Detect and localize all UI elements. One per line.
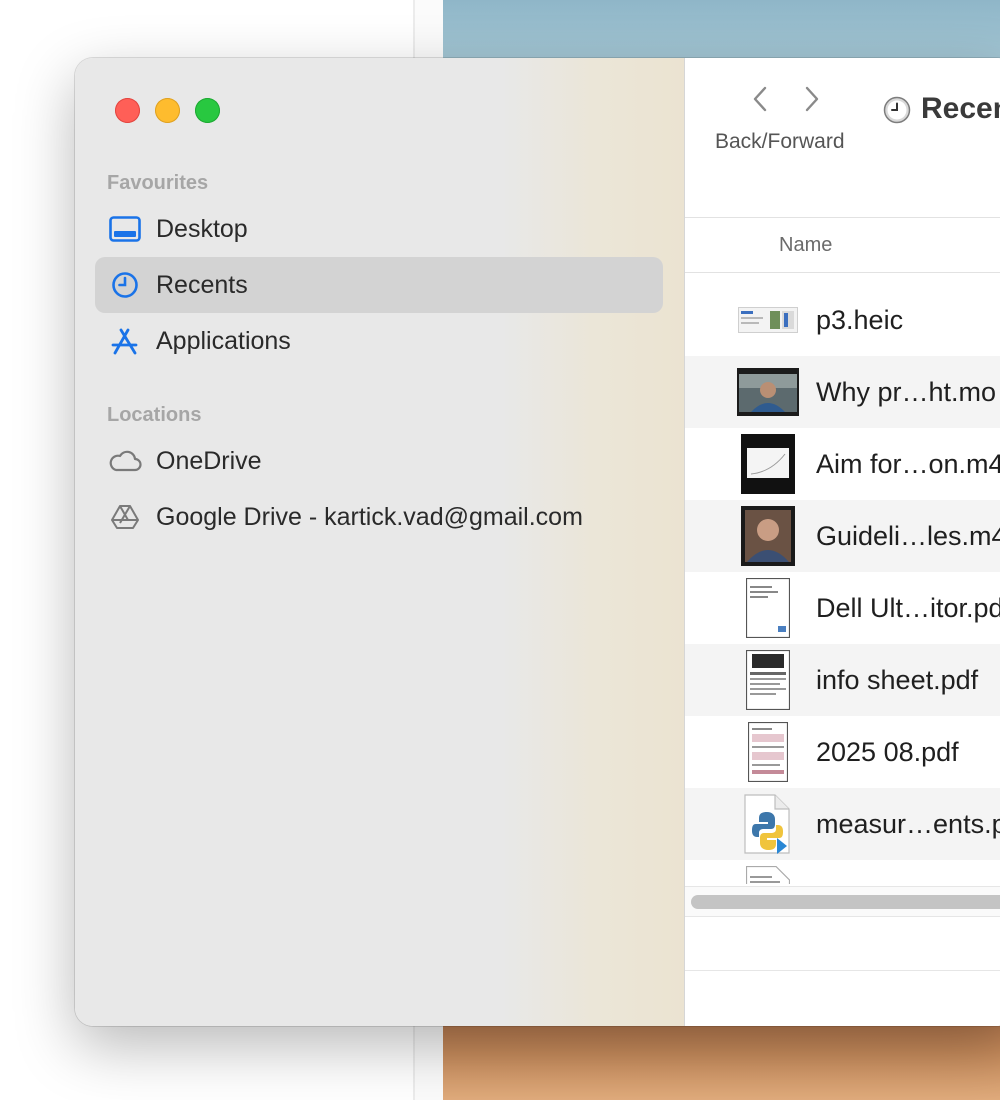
file-row[interactable]: 2025 08.pdf: [685, 716, 1000, 788]
file-name: Why pr…ht.mo: [816, 376, 997, 407]
file-row[interactable]: info sheet.pdf: [685, 644, 1000, 716]
file-name: Aim for…on.m4: [816, 448, 1000, 479]
file-name: Guideli…les.m4: [816, 520, 1000, 551]
main-pane: Back/Forward Recen Name p3.heic Why pr…h…: [685, 58, 1000, 1026]
file-name: info sheet.pdf: [816, 664, 979, 695]
chevron-right-icon: [805, 86, 819, 112]
file-row[interactable]: Why pr…ht.mo: [685, 356, 1000, 428]
sidebar: Favourites Desktop Recents Applications …: [75, 58, 685, 1026]
sidebar-item-label: Applications: [156, 326, 291, 355]
file-name: measur…ents.p: [816, 808, 1000, 839]
file-row[interactable]: [685, 860, 1000, 884]
file-row[interactable]: Guideli…les.m4: [685, 500, 1000, 572]
file-row[interactable]: measur…ents.p: [685, 788, 1000, 860]
sidebar-item-label: Recents: [156, 270, 248, 299]
minimize-window-button[interactable]: [155, 98, 180, 123]
cloud-icon: [108, 444, 142, 478]
horizontal-scrollbar[interactable]: [685, 886, 1000, 916]
chevron-left-icon: [753, 86, 767, 112]
desktop-wallpaper-bottom: [443, 1020, 1000, 1100]
favourites-section-title: Favourites: [107, 172, 209, 194]
sidebar-item-google-drive[interactable]: Google Drive - kartick.vad@gmail.com: [95, 489, 663, 545]
file-name: 2025 08.pdf: [816, 736, 959, 767]
forward-button[interactable]: [797, 84, 827, 114]
video-thumbnail: [737, 433, 799, 495]
video-thumbnail: [737, 361, 799, 423]
clock-icon: [883, 96, 911, 124]
name-column-header[interactable]: Name: [779, 234, 832, 257]
sidebar-item-label: OneDrive: [156, 446, 262, 475]
sidebar-item-recents[interactable]: Recents: [95, 257, 663, 313]
desktop-icon: [108, 212, 142, 246]
finder-window: Favourites Desktop Recents Applications …: [75, 58, 1000, 1026]
file-row[interactable]: p3.heic: [685, 284, 1000, 356]
close-window-button[interactable]: [115, 98, 140, 123]
applications-icon: [108, 324, 142, 358]
file-name: p3.heic: [816, 304, 904, 335]
scrollbar-thumb[interactable]: [691, 895, 1000, 909]
file-list: p3.heic Why pr…ht.mo Aim for…on.m4 Guide…: [685, 284, 1000, 884]
window-title: Recen: [921, 92, 1000, 125]
screenshot-thumbnail: [737, 289, 799, 351]
google-drive-icon: [108, 500, 142, 534]
sidebar-item-label: Desktop: [156, 214, 248, 243]
back-button[interactable]: [745, 84, 775, 114]
sidebar-item-onedrive[interactable]: OneDrive: [95, 433, 663, 489]
toolbar: Back/Forward Recen: [685, 58, 1000, 218]
pdf-thumbnail: [737, 721, 799, 783]
python-file-icon: [737, 793, 799, 855]
file-row[interactable]: Dell Ult…itor.pd: [685, 572, 1000, 644]
sidebar-item-applications[interactable]: Applications: [95, 313, 663, 369]
sidebar-item-label: Google Drive - kartick.vad@gmail.com: [156, 502, 583, 531]
locations-section-title: Locations: [107, 404, 202, 426]
pdf-thumbnail: [737, 577, 799, 639]
pdf-thumbnail: [737, 649, 799, 711]
file-row[interactable]: Aim for…on.m4: [685, 428, 1000, 500]
sidebar-item-desktop[interactable]: Desktop: [95, 201, 663, 257]
column-header: Name: [685, 219, 1000, 273]
maximize-window-button[interactable]: [195, 98, 220, 123]
back-forward-label: Back/Forward: [715, 130, 845, 153]
status-bar: [685, 916, 1000, 971]
path-bar: [685, 971, 1000, 1026]
file-name: Dell Ult…itor.pd: [816, 592, 1000, 623]
clock-icon: [108, 268, 142, 302]
pdf-thumbnail: [737, 865, 799, 884]
video-thumbnail: [737, 505, 799, 567]
